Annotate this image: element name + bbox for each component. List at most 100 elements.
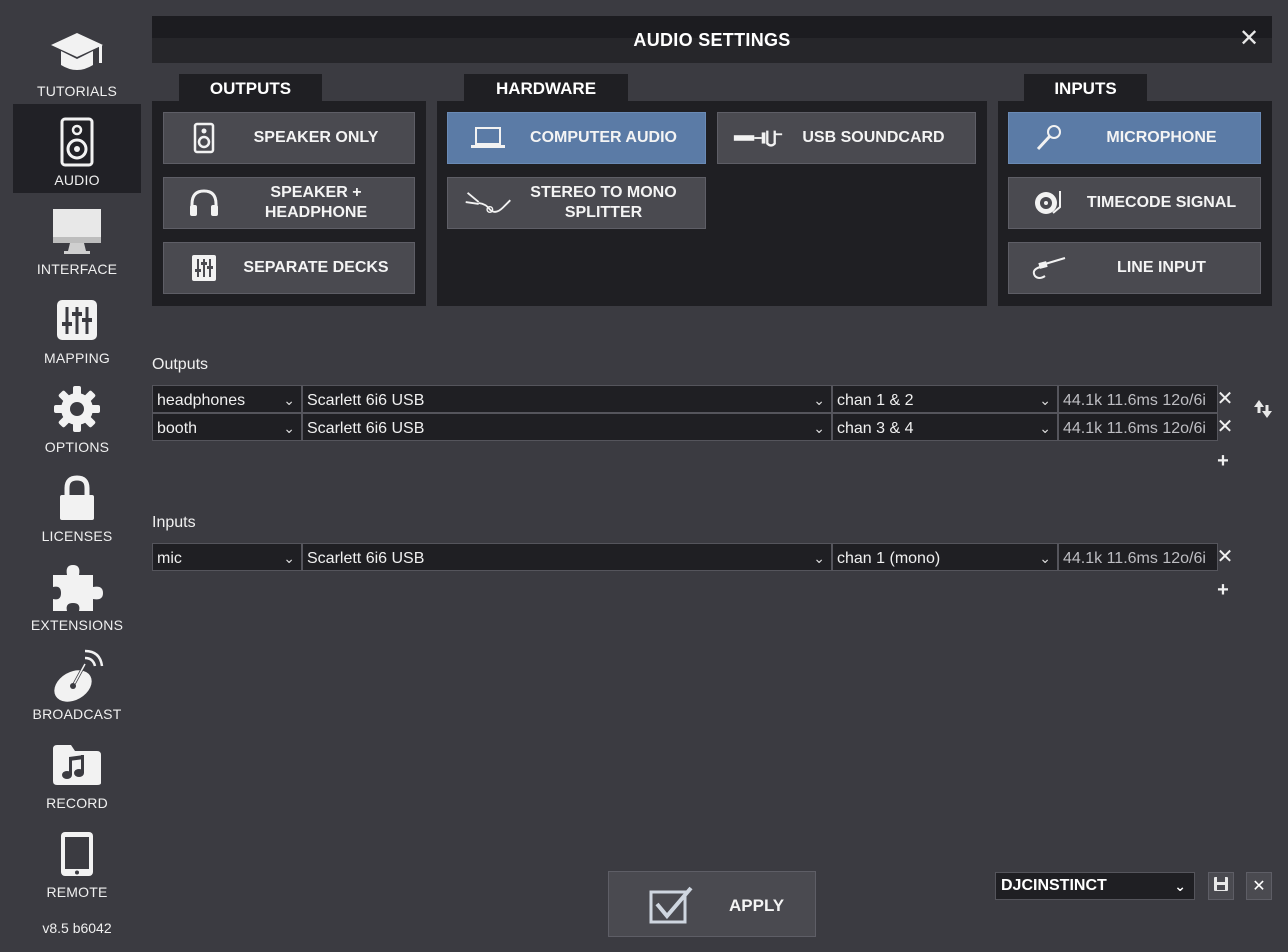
add-input-button[interactable]: +: [1214, 580, 1232, 600]
computer-audio-label: COMPUTER AUDIO: [530, 129, 677, 146]
tab-outputs: OUTPUTS: [179, 74, 322, 102]
input-info: 44.1k 11.6ms 12o/6i: [1058, 543, 1218, 571]
remove-output-button[interactable]: ✕: [1216, 389, 1234, 409]
apply-button[interactable]: APPLY: [608, 871, 816, 937]
sidebar-item-extensions[interactable]: EXTENSIONS: [13, 549, 141, 638]
mixer-icon: [178, 243, 230, 293]
output-device-select[interactable]: Scarlett 6i6 USB ⌄: [302, 413, 832, 441]
input-channel-select[interactable]: chan 1 (mono) ⌄: [832, 543, 1058, 571]
stereo-to-mono-splitter-label: STEREO TO MONO SPLITTER: [530, 184, 677, 221]
separate-decks-button[interactable]: SEPARATE DECKS: [163, 242, 415, 294]
output-info: 44.1k 11.6ms 12o/6i: [1058, 385, 1218, 413]
lock-icon: [13, 472, 141, 524]
sidebar-item-label: EXTENSIONS: [30, 617, 124, 633]
sidebar-item-interface[interactable]: INTERFACE: [13, 193, 141, 282]
sidebar-item-label: RECORD: [46, 795, 108, 811]
music-folder-icon: [13, 739, 141, 791]
add-output-button[interactable]: +: [1214, 451, 1232, 471]
apply-label: APPLY: [729, 896, 785, 915]
remove-input-button[interactable]: ✕: [1216, 547, 1234, 567]
input-device-select[interactable]: Scarlett 6i6 USB ⌄: [302, 543, 832, 571]
output-channel-value: chan 3 & 4: [837, 420, 914, 437]
chevron-down-icon: ⌄: [283, 550, 295, 566]
microphone-button[interactable]: MICROPHONE: [1008, 112, 1261, 164]
output-channel-value: chan 1 & 2: [837, 392, 914, 409]
speaker-headphone-label: SPEAKER + HEADPHONE: [264, 184, 368, 221]
sidebar-item-options[interactable]: OPTIONS: [13, 371, 141, 460]
output-role-select[interactable]: booth ⌄: [152, 413, 302, 441]
sidebar-item-label: TUTORIALS: [36, 83, 118, 99]
inputs-section-label: Inputs: [152, 514, 196, 531]
gear-icon: [13, 383, 141, 435]
title-bar: AUDIO SETTINGS ✕: [152, 16, 1272, 63]
output-device-select[interactable]: Scarlett 6i6 USB ⌄: [302, 385, 832, 413]
sidebar-item-label: INTERFACE: [36, 261, 118, 277]
sidebar-item-broadcast[interactable]: BROADCAST: [13, 638, 141, 727]
close-button[interactable]: ✕: [1238, 26, 1260, 52]
sidebar-item-label: LICENSES: [41, 528, 113, 544]
output-row: headphones ⌄ Scarlett 6i6 USB ⌄ chan 1 &…: [152, 385, 1218, 413]
sidebar-item-audio[interactable]: AUDIO: [13, 104, 141, 193]
output-channel-select[interactable]: chan 3 & 4 ⌄: [832, 413, 1058, 441]
usb-cable-icon: [732, 113, 784, 163]
checkbox-icon: [649, 886, 693, 929]
usb-soundcard-button[interactable]: USB SOUNDCARD: [717, 112, 976, 164]
chevron-down-icon: ⌄: [813, 420, 825, 436]
inputs-panel: MICROPHONE TIMECODE SIGNAL LINE INPUT: [998, 101, 1272, 306]
line-input-button[interactable]: LINE INPUT: [1008, 242, 1261, 294]
hardware-panel: COMPUTER AUDIO USB SOUNDCARD STEREO TO M…: [437, 101, 987, 306]
output-role-value: booth: [157, 420, 198, 437]
computer-audio-button[interactable]: COMPUTER AUDIO: [447, 112, 706, 164]
rca-cable-icon: [1023, 243, 1075, 293]
usb-soundcard-label: USB SOUNDCARD: [802, 129, 945, 146]
window-title: AUDIO SETTINGS: [633, 30, 791, 50]
output-role-value: headphones: [157, 392, 246, 409]
speaker-only-button[interactable]: SPEAKER ONLY: [163, 112, 415, 164]
input-role-value: mic: [157, 550, 182, 567]
sidebar-item-label: REMOTE: [46, 884, 108, 900]
headphones-icon: [178, 178, 230, 228]
output-role-select[interactable]: headphones ⌄: [152, 385, 302, 413]
output-device-value: Scarlett 6i6 USB: [307, 392, 425, 409]
chevron-down-icon: ⌄: [1039, 550, 1051, 566]
sidebar-item-label: AUDIO: [54, 172, 100, 188]
output-row: booth ⌄ Scarlett 6i6 USB ⌄ chan 3 & 4 ⌄ …: [152, 413, 1218, 441]
timecode-signal-button[interactable]: TIMECODE SIGNAL: [1008, 177, 1261, 229]
chevron-down-icon: ⌄: [1039, 392, 1051, 408]
stereo-to-mono-splitter-button[interactable]: STEREO TO MONO SPLITTER: [447, 177, 706, 229]
puzzle-icon: [13, 561, 141, 613]
turntable-icon: [1023, 178, 1075, 228]
output-info: 44.1k 11.6ms 12o/6i: [1058, 413, 1218, 441]
output-channel-select[interactable]: chan 1 & 2 ⌄: [832, 385, 1058, 413]
chevron-down-icon: ⌄: [283, 420, 295, 436]
input-channel-value: chan 1 (mono): [837, 550, 941, 567]
speaker-headphone-button[interactable]: SPEAKER + HEADPHONE: [163, 177, 415, 229]
microphone-label: MICROPHONE: [1106, 129, 1217, 146]
graduation-cap-icon: [13, 27, 141, 79]
output-device-value: Scarlett 6i6 USB: [307, 420, 425, 437]
sidebar-item-record[interactable]: RECORD: [13, 727, 141, 816]
tablet-icon: [13, 828, 141, 880]
sidebar-item-remote[interactable]: REMOTE: [13, 816, 141, 905]
tab-inputs: INPUTS: [1024, 74, 1147, 102]
sidebar-item-tutorials[interactable]: TUTORIALS: [13, 15, 141, 104]
swap-order-icon[interactable]: [1253, 398, 1273, 425]
speaker-icon: [13, 116, 141, 168]
laptop-icon: [462, 113, 514, 163]
outputs-section-label: Outputs: [152, 356, 209, 373]
preset-select[interactable]: DJCINSTINCT ⌄: [995, 872, 1195, 900]
sidebar-item-licenses[interactable]: LICENSES: [13, 460, 141, 549]
delete-preset-button[interactable]: ✕: [1246, 872, 1272, 900]
chevron-down-icon: ⌄: [813, 550, 825, 566]
sidebar-item-label: BROADCAST: [32, 706, 122, 722]
preset-value: DJCINSTINCT: [1001, 877, 1107, 894]
sidebar-item-label: OPTIONS: [44, 439, 110, 455]
sidebar-item-label: MAPPING: [44, 350, 110, 366]
remove-output-button[interactable]: ✕: [1216, 417, 1234, 437]
chevron-down-icon: ⌄: [1174, 878, 1186, 894]
input-role-select[interactable]: mic ⌄: [152, 543, 302, 571]
sidebar-item-mapping[interactable]: MAPPING: [13, 282, 141, 371]
save-preset-button[interactable]: [1208, 872, 1234, 900]
tab-hardware: HARDWARE: [464, 74, 628, 102]
audio-settings-window: TUTORIALS AUDIO INTERFACE MAPPING OPTION…: [0, 0, 1288, 952]
